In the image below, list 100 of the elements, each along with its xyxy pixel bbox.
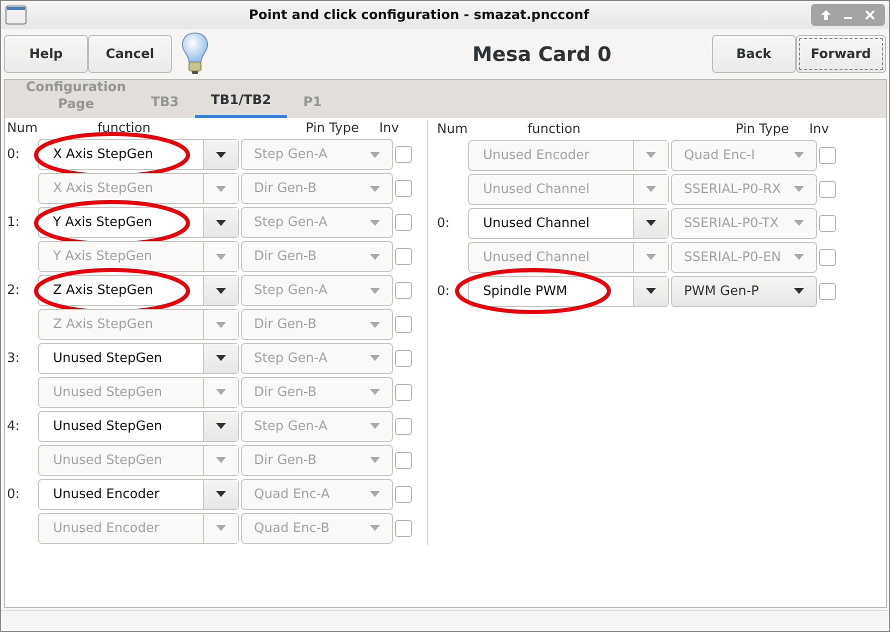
column-header: Inv	[378, 121, 399, 136]
function-combo[interactable]: X Axis StepGen	[38, 139, 239, 170]
inv-checkbox[interactable]	[819, 146, 836, 164]
column-header: Num	[437, 122, 469, 136]
pin-type-combo[interactable]: Dir Gen-B	[241, 376, 393, 408]
pin-type-combo[interactable]: Step Gen-A	[241, 139, 393, 170]
dropdown-icon	[646, 152, 656, 158]
toolbar-button[interactable]: Back	[712, 35, 796, 73]
row-number: 1:	[7, 215, 21, 230]
inv-checkbox[interactable]	[395, 180, 412, 198]
dropdown-icon	[794, 254, 804, 260]
dropdown-icon	[646, 220, 656, 226]
row-number: 4:	[7, 418, 21, 434]
window-menu-icon[interactable]	[5, 5, 27, 25]
function-combo[interactable]: Unused Channel	[468, 242, 669, 272]
inv-checkbox[interactable]	[395, 452, 412, 469]
function-combo[interactable]: Unused StepGen	[38, 444, 239, 476]
inv-checkbox[interactable]	[395, 146, 412, 164]
dropdown-icon	[216, 389, 226, 396]
row-number: 0:	[7, 147, 21, 162]
dropdown-icon	[216, 322, 226, 328]
tab[interactable]: TB1/TB2	[194, 92, 288, 118]
row-number: 0:	[7, 486, 21, 502]
pin-type-combo[interactable]: Dir Gen-B	[241, 309, 393, 340]
inv-checkbox[interactable]	[819, 214, 836, 232]
pin-type-combo[interactable]: SSERIAL-P0-RX	[671, 174, 817, 204]
inv-checkbox[interactable]	[395, 520, 412, 537]
function-combo[interactable]: Unused Encoder	[38, 512, 239, 544]
pin-type-combo[interactable]: Step Gen-A	[241, 410, 393, 442]
pin-type-combo[interactable]: Quad Enc-I	[671, 140, 817, 170]
pin-type-combo[interactable]: PWM Gen-P	[671, 276, 817, 306]
pin-type-combo[interactable]: Dir Gen-B	[241, 241, 393, 272]
inv-checkbox[interactable]	[395, 350, 412, 367]
pin-type-combo[interactable]: Quad Enc-B	[241, 512, 393, 544]
pin-type-combo[interactable]: Step Gen-A	[241, 207, 393, 238]
dropdown-icon	[370, 152, 380, 158]
inv-checkbox[interactable]	[819, 248, 836, 266]
function-combo[interactable]: X Axis StepGen	[38, 173, 239, 204]
inv-checkbox[interactable]	[395, 282, 412, 300]
tab[interactable]: Configuration Page	[17, 79, 135, 118]
function-combo[interactable]: Unused Encoder	[468, 140, 669, 170]
dropdown-icon	[370, 186, 380, 192]
toolbar-button[interactable]: Help	[4, 35, 88, 73]
row-number: 3:	[7, 350, 21, 366]
pin-type-combo[interactable]: SSERIAL-P0-EN	[671, 242, 817, 272]
pin-type-combo[interactable]: Step Gen-A	[241, 275, 393, 306]
function-combo[interactable]: Spindle PWM	[468, 276, 669, 306]
function-combo[interactable]: Unused Encoder	[38, 478, 239, 510]
column-header: Inv	[808, 122, 829, 136]
inv-checkbox[interactable]	[819, 180, 836, 198]
dropdown-icon	[216, 254, 226, 260]
dropdown-icon	[370, 457, 380, 464]
column-header: function	[526, 122, 582, 136]
dropdown-icon	[370, 254, 380, 260]
column-header: Pin Type	[304, 121, 359, 136]
function-combo[interactable]: Y Axis StepGen	[38, 207, 239, 238]
dropdown-icon	[794, 220, 804, 226]
toolbar-button[interactable]: Cancel	[88, 35, 172, 73]
row-number: 0:	[437, 216, 451, 230]
column-header: Num	[7, 121, 39, 136]
pin-type-combo[interactable]: Step Gen-A	[241, 342, 393, 374]
dropdown-icon	[216, 186, 226, 192]
inv-checkbox[interactable]	[395, 316, 412, 334]
dropdown-icon	[794, 288, 804, 294]
inv-checkbox[interactable]	[395, 214, 412, 232]
toolbar-button[interactable]: Forward	[796, 35, 886, 73]
dropdown-icon	[794, 186, 804, 192]
function-combo[interactable]: Unused StepGen	[38, 376, 239, 408]
function-combo[interactable]: Y Axis StepGen	[38, 241, 239, 272]
pin-type-combo[interactable]: Quad Enc-A	[241, 478, 393, 510]
function-combo[interactable]: Unused StepGen	[38, 410, 239, 442]
inv-checkbox[interactable]	[395, 384, 412, 401]
pin-type-combo[interactable]: Dir Gen-B	[241, 444, 393, 476]
pin-type-combo[interactable]: Dir Gen-B	[241, 173, 393, 204]
dropdown-icon	[370, 389, 380, 396]
tab[interactable]: P1	[287, 94, 338, 118]
inv-checkbox[interactable]	[819, 282, 836, 300]
pin-type-combo[interactable]: SSERIAL-P0-TX	[671, 208, 817, 238]
dropdown-icon	[216, 423, 226, 430]
dropdown-icon	[646, 288, 656, 294]
function-combo[interactable]: Z Axis StepGen	[38, 309, 239, 340]
inv-checkbox[interactable]	[395, 486, 412, 503]
inv-checkbox[interactable]	[395, 248, 412, 266]
close-icon[interactable]	[863, 8, 877, 22]
page-heading: Mesa Card 0	[471, 42, 612, 66]
dropdown-icon	[216, 288, 226, 294]
inv-checkbox[interactable]	[395, 418, 412, 435]
dropdown-icon	[370, 525, 380, 532]
function-combo[interactable]: Z Axis StepGen	[38, 275, 239, 306]
dropdown-icon	[794, 152, 804, 158]
dropdown-icon	[216, 525, 226, 532]
dropdown-icon	[370, 322, 380, 328]
tab[interactable]: TB3	[135, 94, 195, 118]
dropdown-icon	[216, 220, 226, 226]
function-combo[interactable]: Unused StepGen	[38, 342, 239, 374]
row-number: 0:	[437, 284, 451, 298]
dropdown-icon	[370, 220, 380, 226]
maximize-icon[interactable]	[819, 8, 833, 22]
function-combo[interactable]: Unused Channel	[468, 208, 669, 238]
function-combo[interactable]: Unused Channel	[468, 174, 669, 204]
